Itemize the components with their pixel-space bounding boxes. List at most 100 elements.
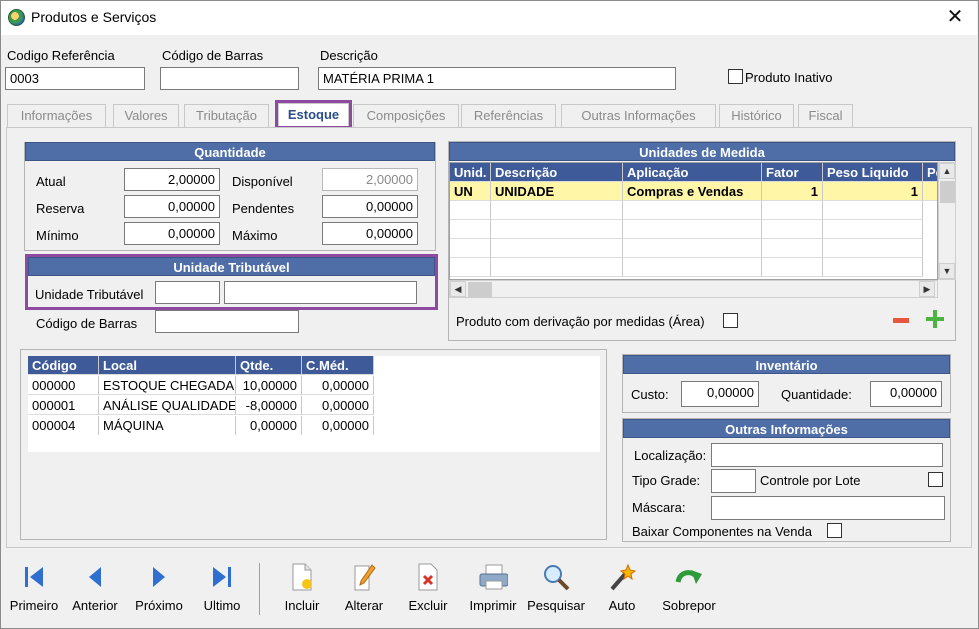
col-codigo[interactable]: Código <box>28 356 99 375</box>
auto-button[interactable]: Auto <box>600 562 644 613</box>
incluir-button[interactable]: Incluir <box>279 562 325 613</box>
estoque-cell-local[interactable]: ESTOQUE CHEGADA <box>99 376 236 395</box>
um-empty-cell[interactable] <box>823 258 923 277</box>
pendentes-input[interactable]: 0,00000 <box>322 195 418 218</box>
estoque-cell-codigo[interactable]: 000004 <box>28 416 99 435</box>
col-unid[interactable]: Unid. <box>450 163 491 182</box>
codigo-barras-trib-input[interactable] <box>155 310 299 333</box>
um-empty-cell[interactable] <box>823 239 923 258</box>
um-vertical-scrollbar[interactable]: ▲ ▼ <box>938 162 956 280</box>
baixar-componentes-checkbox[interactable] <box>827 523 842 538</box>
ultimo-button[interactable]: Ultimo <box>196 562 248 613</box>
unidade-tributavel-desc-input[interactable] <box>224 281 417 304</box>
um-cell-unid[interactable]: UN <box>450 182 491 201</box>
excluir-button[interactable]: Excluir <box>404 562 452 613</box>
tab-informacoes[interactable]: Informações <box>7 104 106 127</box>
um-empty-cell[interactable] <box>450 258 491 277</box>
codigo-barras-input[interactable] <box>160 67 299 90</box>
um-empty-cell[interactable] <box>623 201 762 220</box>
tab-fiscal[interactable]: Fiscal <box>798 104 853 127</box>
um-empty-cell[interactable] <box>762 201 823 220</box>
estoque-cell-cmed[interactable]: 0,00000 <box>302 396 374 415</box>
estoque-cell-codigo[interactable]: 000001 <box>28 396 99 415</box>
um-horizontal-scrollbar[interactable]: ◀ ▶ <box>449 280 938 298</box>
descricao-input[interactable]: MATÉRIA PRIMA 1 <box>318 67 676 90</box>
col-local[interactable]: Local <box>99 356 236 375</box>
estoque-cell-qtde[interactable]: -8,00000 <box>236 396 302 415</box>
um-cell-peso-liquido[interactable]: 1 <box>823 182 923 201</box>
inv-quantidade-input[interactable]: 0,00000 <box>870 381 942 407</box>
close-button[interactable]: ✕ <box>940 4 970 30</box>
estoque-cell-cmed[interactable]: 0,00000 <box>302 416 374 435</box>
minimo-input[interactable]: 0,00000 <box>124 222 220 245</box>
add-unit-icon[interactable] <box>926 310 944 328</box>
tab-historico[interactable]: Histórico <box>719 104 794 127</box>
derivacao-checkbox[interactable] <box>723 313 738 328</box>
um-empty-cell[interactable] <box>762 220 823 239</box>
col-aplicacao[interactable]: Aplicação <box>623 163 762 182</box>
um-empty-cell[interactable] <box>491 220 623 239</box>
pesquisar-button[interactable]: Pesquisar <box>525 562 587 613</box>
codigo-referencia-input[interactable]: 0003 <box>5 67 145 90</box>
reserva-input[interactable]: 0,00000 <box>124 195 220 218</box>
um-empty-cell[interactable] <box>491 258 623 277</box>
scroll-right-icon[interactable]: ▶ <box>919 281 935 297</box>
custo-input[interactable]: 0,00000 <box>681 381 759 407</box>
maximo-input[interactable]: 0,00000 <box>322 222 418 245</box>
um-empty-cell[interactable] <box>491 201 623 220</box>
controle-lote-checkbox[interactable] <box>928 472 943 487</box>
col-descricao[interactable]: Descrição <box>491 163 623 182</box>
tab-referencias[interactable]: Referências <box>461 104 556 127</box>
estoque-cell-qtde[interactable]: 0,00000 <box>236 416 302 435</box>
localizacao-input[interactable] <box>711 443 943 467</box>
col-cmed[interactable]: C.Méd. <box>302 356 374 375</box>
mascara-input[interactable] <box>711 496 945 520</box>
um-empty-cell[interactable] <box>450 201 491 220</box>
tab-tributacao[interactable]: Tributação <box>184 104 269 127</box>
remove-unit-icon[interactable] <box>893 318 909 323</box>
scroll-up-icon[interactable]: ▲ <box>939 163 955 179</box>
col-peso-bruto[interactable]: Pe <box>923 163 937 182</box>
um-empty-cell[interactable] <box>450 220 491 239</box>
um-cell-peso-bruto[interactable] <box>923 182 937 201</box>
estoque-cell-cmed[interactable]: 0,00000 <box>302 376 374 395</box>
primeiro-button[interactable]: Primeiro <box>6 562 62 613</box>
um-empty-cell[interactable] <box>623 220 762 239</box>
redo-arrow-icon <box>674 562 704 592</box>
printer-icon <box>478 562 508 592</box>
col-fator[interactable]: Fator <box>762 163 823 182</box>
tab-composicoes[interactable]: Composições <box>353 104 459 127</box>
scroll-thumb[interactable] <box>940 181 955 203</box>
um-cell-fator[interactable]: 1 <box>762 182 823 201</box>
scroll-left-icon[interactable]: ◀ <box>450 281 466 297</box>
estoque-cell-codigo[interactable]: 000000 <box>28 376 99 395</box>
scroll-down-icon[interactable]: ▼ <box>939 263 955 279</box>
sobrepor-button[interactable]: Sobrepor <box>658 562 720 613</box>
um-cell-aplicacao[interactable]: Compras e Vendas <box>623 182 762 201</box>
tab-outras-informacoes[interactable]: Outras Informações <box>561 104 716 127</box>
col-peso-liquido[interactable]: Peso Liquido <box>823 163 923 182</box>
um-cell-descricao[interactable]: UNIDADE <box>491 182 623 201</box>
estoque-cell-qtde[interactable]: 10,00000 <box>236 376 302 395</box>
um-empty-cell[interactable] <box>623 258 762 277</box>
um-empty-cell[interactable] <box>823 201 923 220</box>
col-qtde[interactable]: Qtde. <box>236 356 302 375</box>
um-empty-cell[interactable] <box>762 258 823 277</box>
tab-valores[interactable]: Valores <box>113 104 179 127</box>
um-empty-cell[interactable] <box>623 239 762 258</box>
imprimir-button[interactable]: Imprimir <box>465 562 521 613</box>
estoque-cell-local[interactable]: ANÁLISE QUALIDADE <box>99 396 236 415</box>
scroll-thumb-h[interactable] <box>468 282 492 297</box>
tipo-grade-input[interactable] <box>711 469 756 493</box>
um-empty-cell[interactable] <box>823 220 923 239</box>
alterar-button[interactable]: Alterar <box>340 562 388 613</box>
um-empty-cell[interactable] <box>491 239 623 258</box>
um-empty-cell[interactable] <box>762 239 823 258</box>
unidade-tributavel-code-input[interactable] <box>155 281 220 304</box>
um-empty-cell[interactable] <box>450 239 491 258</box>
anterior-button[interactable]: Anterior <box>66 562 124 613</box>
proximo-button[interactable]: Próximo <box>131 562 187 613</box>
produto-inativo-checkbox[interactable] <box>728 69 743 84</box>
estoque-cell-local[interactable]: MÁQUINA <box>99 416 236 435</box>
atual-input[interactable]: 2,00000 <box>124 168 220 191</box>
